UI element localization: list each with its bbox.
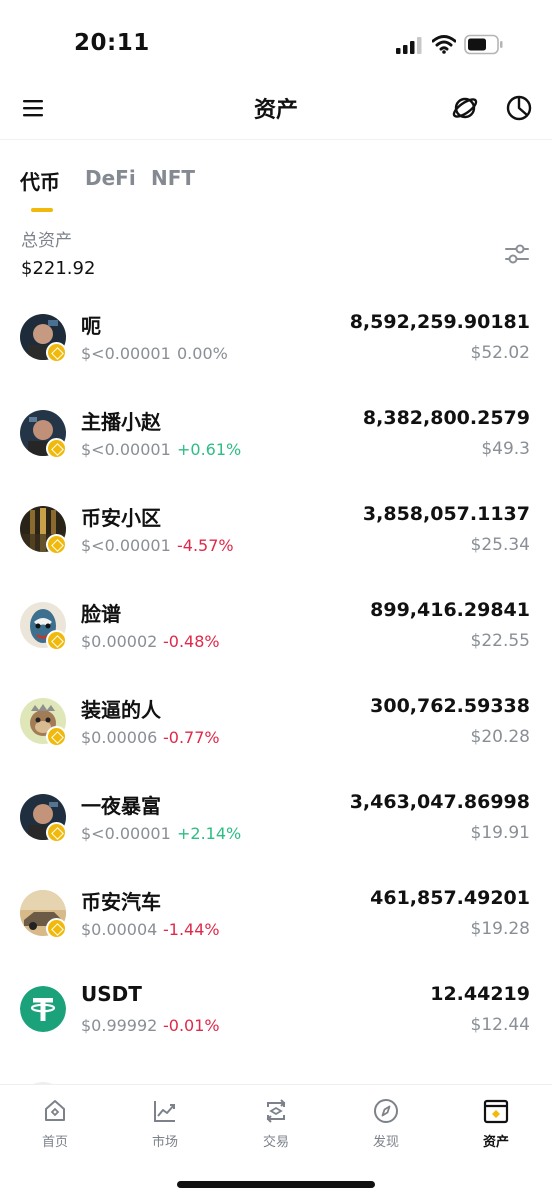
asset-name: 币安小区 — [81, 506, 161, 530]
asset-value: $19.28 — [470, 919, 530, 939]
tab-nft[interactable]: NFT — [151, 166, 195, 190]
asset-row[interactable]: 呃 $<0.00001 0.00% 8,592,259.90181 $52.02 — [0, 296, 552, 392]
bnb-chain-badge-icon — [46, 534, 67, 555]
asset-price: $<0.00001 — [81, 824, 171, 843]
asset-value: $22.55 — [470, 631, 530, 651]
asset-name: 一夜暴富 — [81, 794, 161, 818]
asset-name: USDT — [81, 982, 142, 1006]
asset-list: 呃 $<0.00001 0.00% 8,592,259.90181 $52.02… — [0, 296, 552, 1084]
bnb-chain-badge-icon — [46, 342, 67, 363]
cellular-signal-icon — [396, 37, 422, 54]
asset-price: $0.00006 — [81, 728, 158, 747]
asset-price: $0.00002 — [81, 632, 158, 651]
asset-name: 装逼的人 — [81, 698, 161, 722]
bnb-chain-badge-icon — [46, 918, 67, 939]
asset-value: $25.34 — [470, 535, 530, 555]
total-assets-label: 总资产 — [21, 231, 72, 251]
nav-market[interactable]: 市场 — [125, 1097, 205, 1159]
nav-assets[interactable]: 资产 — [456, 1097, 536, 1159]
asset-name: 币安汽车 — [81, 890, 161, 914]
bnb-chain-badge-icon — [46, 438, 67, 459]
asset-amount: 8,382,800.2579 — [362, 407, 530, 429]
bnb-chain-badge-icon — [46, 822, 67, 843]
market-chart-icon — [154, 1101, 175, 1122]
asset-price: $<0.00001 — [81, 440, 171, 459]
nav-market-label: 市场 — [151, 1135, 178, 1150]
asset-price: $0.00004 — [81, 920, 158, 939]
asset-change: -0.01% — [163, 1016, 220, 1035]
total-assets-value: $221.92 — [21, 258, 96, 279]
home-indicator — [177, 1181, 375, 1188]
asset-change: -0.77% — [163, 728, 220, 747]
home-icon — [45, 1100, 65, 1121]
asset-change: -1.44% — [163, 920, 220, 939]
battery-icon — [464, 34, 503, 55]
asset-amount: 12.44219 — [430, 983, 530, 1005]
discover-compass-icon — [374, 1099, 398, 1123]
bnb-chain-badge-icon — [46, 726, 67, 747]
asset-change: 0.00% — [177, 344, 228, 363]
asset-change: -0.48% — [163, 632, 220, 651]
usdt-logo-icon — [20, 986, 66, 1032]
asset-price: $<0.00001 — [81, 344, 171, 363]
pie-chart-icon[interactable] — [505, 94, 533, 122]
planet-icon[interactable] — [451, 94, 479, 122]
asset-row[interactable]: 币安汽车 $0.00004 -1.44% 461,857.49201 $19.2… — [0, 872, 552, 968]
wifi-icon — [432, 35, 456, 54]
tab-defi[interactable]: DeFi — [85, 166, 136, 190]
tab-tokens[interactable]: 代币 — [20, 166, 60, 195]
asset-row[interactable]: 装逼的人 $0.00006 -0.77% 300,762.59338 $20.2… — [0, 680, 552, 776]
asset-amount: 8,592,259.90181 — [349, 311, 530, 333]
asset-row[interactable]: 主播小赵 $<0.00001 +0.61% 8,382,800.2579 $49… — [0, 392, 552, 488]
asset-row[interactable]: 脸谱 $0.00002 -0.48% 899,416.29841 $22.55 — [0, 584, 552, 680]
asset-name: 呃 — [81, 314, 101, 338]
asset-row[interactable]: 一夜暴富 $<0.00001 +2.14% 3,463,047.86998 $1… — [0, 776, 552, 872]
asset-value: $19.91 — [470, 823, 530, 843]
bnb-chain-badge-icon — [46, 630, 67, 651]
asset-amount: 3,463,047.86998 — [349, 791, 530, 813]
asset-tabs: 代币 DeFi NFT — [0, 166, 552, 218]
asset-value: $20.28 — [470, 727, 530, 747]
asset-amount: 461,857.49201 — [370, 887, 530, 909]
asset-amount: 300,762.59338 — [370, 695, 530, 717]
tab-active-indicator — [31, 208, 53, 212]
asset-change: +0.61% — [177, 440, 242, 459]
asset-value: $49.3 — [481, 439, 530, 459]
asset-change: -4.57% — [177, 536, 234, 555]
nav-assets-label: 资产 — [482, 1135, 509, 1150]
asset-row[interactable]: USDT $0.99992 -0.01% 12.44219 $12.44 — [0, 968, 552, 1064]
filter-settings-icon[interactable] — [504, 242, 530, 266]
nav-trade-label: 交易 — [262, 1135, 289, 1150]
wallet-icon — [483, 1099, 509, 1124]
asset-value: $52.02 — [470, 343, 530, 363]
nav-trade[interactable]: 交易 — [236, 1097, 316, 1159]
asset-price: $0.99992 — [81, 1016, 158, 1035]
status-time: 20:11 — [74, 30, 150, 56]
app-header: 资产 — [0, 84, 552, 140]
nav-discover[interactable]: 发现 — [346, 1097, 426, 1159]
asset-amount: 899,416.29841 — [370, 599, 530, 621]
asset-price: $<0.00001 — [81, 536, 171, 555]
asset-row[interactable]: 币安小区 $<0.00001 -4.57% 3,858,057.1137 $25… — [0, 488, 552, 584]
asset-row-partial[interactable] — [0, 1064, 552, 1084]
status-bar: 20:11 — [0, 0, 552, 84]
asset-name: 脸谱 — [81, 602, 121, 626]
nav-home[interactable]: 首页 — [15, 1097, 95, 1159]
asset-name: 主播小赵 — [81, 410, 161, 434]
nav-home-label: 首页 — [41, 1135, 68, 1150]
trade-swap-icon — [266, 1099, 286, 1123]
nav-discover-label: 发现 — [372, 1135, 399, 1150]
asset-amount: 3,858,057.1137 — [362, 503, 530, 525]
asset-value: $12.44 — [470, 1015, 530, 1035]
asset-change: +2.14% — [177, 824, 242, 843]
